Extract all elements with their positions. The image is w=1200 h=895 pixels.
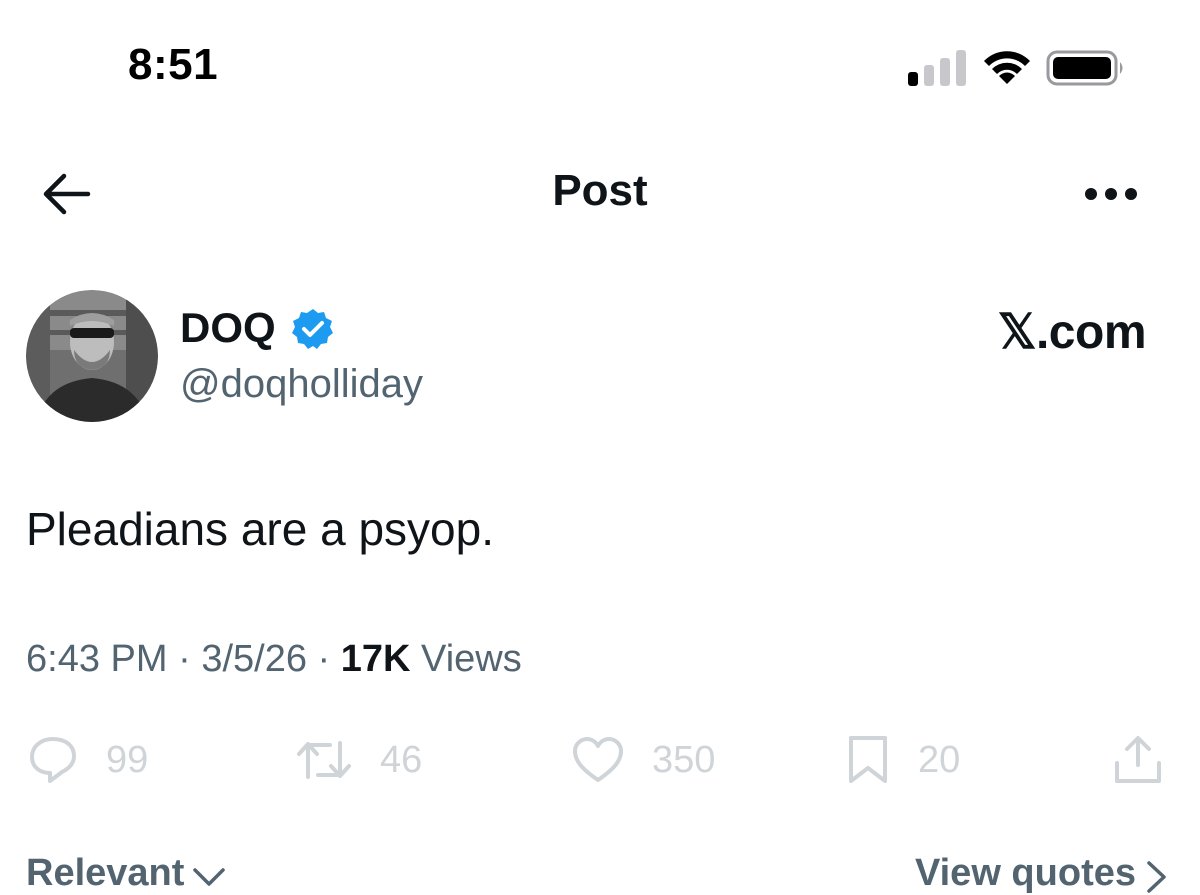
repost-button[interactable]: 46 — [296, 732, 422, 788]
cellular-signal-icon — [908, 50, 966, 86]
bookmark-button[interactable]: 20 — [846, 732, 960, 788]
reply-icon — [30, 737, 76, 783]
heart-icon — [573, 737, 623, 782]
like-count: 350 — [652, 738, 716, 781]
page-title: Post — [552, 166, 648, 215]
like-button[interactable]: 350 — [572, 732, 715, 788]
post-text: Pleadians are a psyop. — [26, 503, 494, 555]
repost-count: 46 — [380, 738, 423, 781]
view-quotes-label: View quotes — [914, 852, 1136, 894]
avatar[interactable] — [26, 290, 158, 422]
meta-separator: · — [178, 638, 191, 680]
chevron-right-icon — [1147, 860, 1166, 893]
user-handle[interactable]: @doqholliday — [180, 362, 423, 407]
sort-replies-dropdown[interactable]: Relevant — [26, 852, 226, 895]
verified-badge-icon — [292, 309, 333, 349]
wifi-icon — [984, 51, 1030, 84]
views-label: Views — [421, 638, 522, 680]
repost-icon — [297, 741, 351, 779]
post-date[interactable]: 3/5/26 — [201, 638, 307, 680]
post-time[interactable]: 6:43 PM — [26, 638, 168, 680]
share-icon — [1115, 736, 1161, 783]
battery-icon — [1046, 50, 1123, 86]
status-time: 8:51 — [128, 40, 219, 89]
views-count[interactable]: 17K — [341, 638, 411, 680]
bookmark-icon — [849, 736, 887, 783]
meta-separator: · — [317, 638, 331, 680]
reply-button[interactable]: 99 — [28, 732, 148, 788]
bookmark-count: 20 — [918, 738, 961, 781]
more-options-icon[interactable] — [1082, 182, 1140, 206]
post-meta: 6:43 PM · 3/5/26 · 17K Views — [26, 638, 522, 681]
share-button[interactable] — [1112, 732, 1164, 788]
x-brand-watermark: 𝕏.com — [997, 306, 1147, 359]
view-quotes-link[interactable]: View quotes — [915, 852, 1168, 895]
sort-label: Relevant — [26, 852, 185, 894]
chevron-down-icon — [193, 867, 226, 886]
display-name[interactable]: DOQ — [180, 304, 276, 352]
avatar-photo — [26, 290, 158, 422]
reply-count: 99 — [106, 738, 149, 781]
